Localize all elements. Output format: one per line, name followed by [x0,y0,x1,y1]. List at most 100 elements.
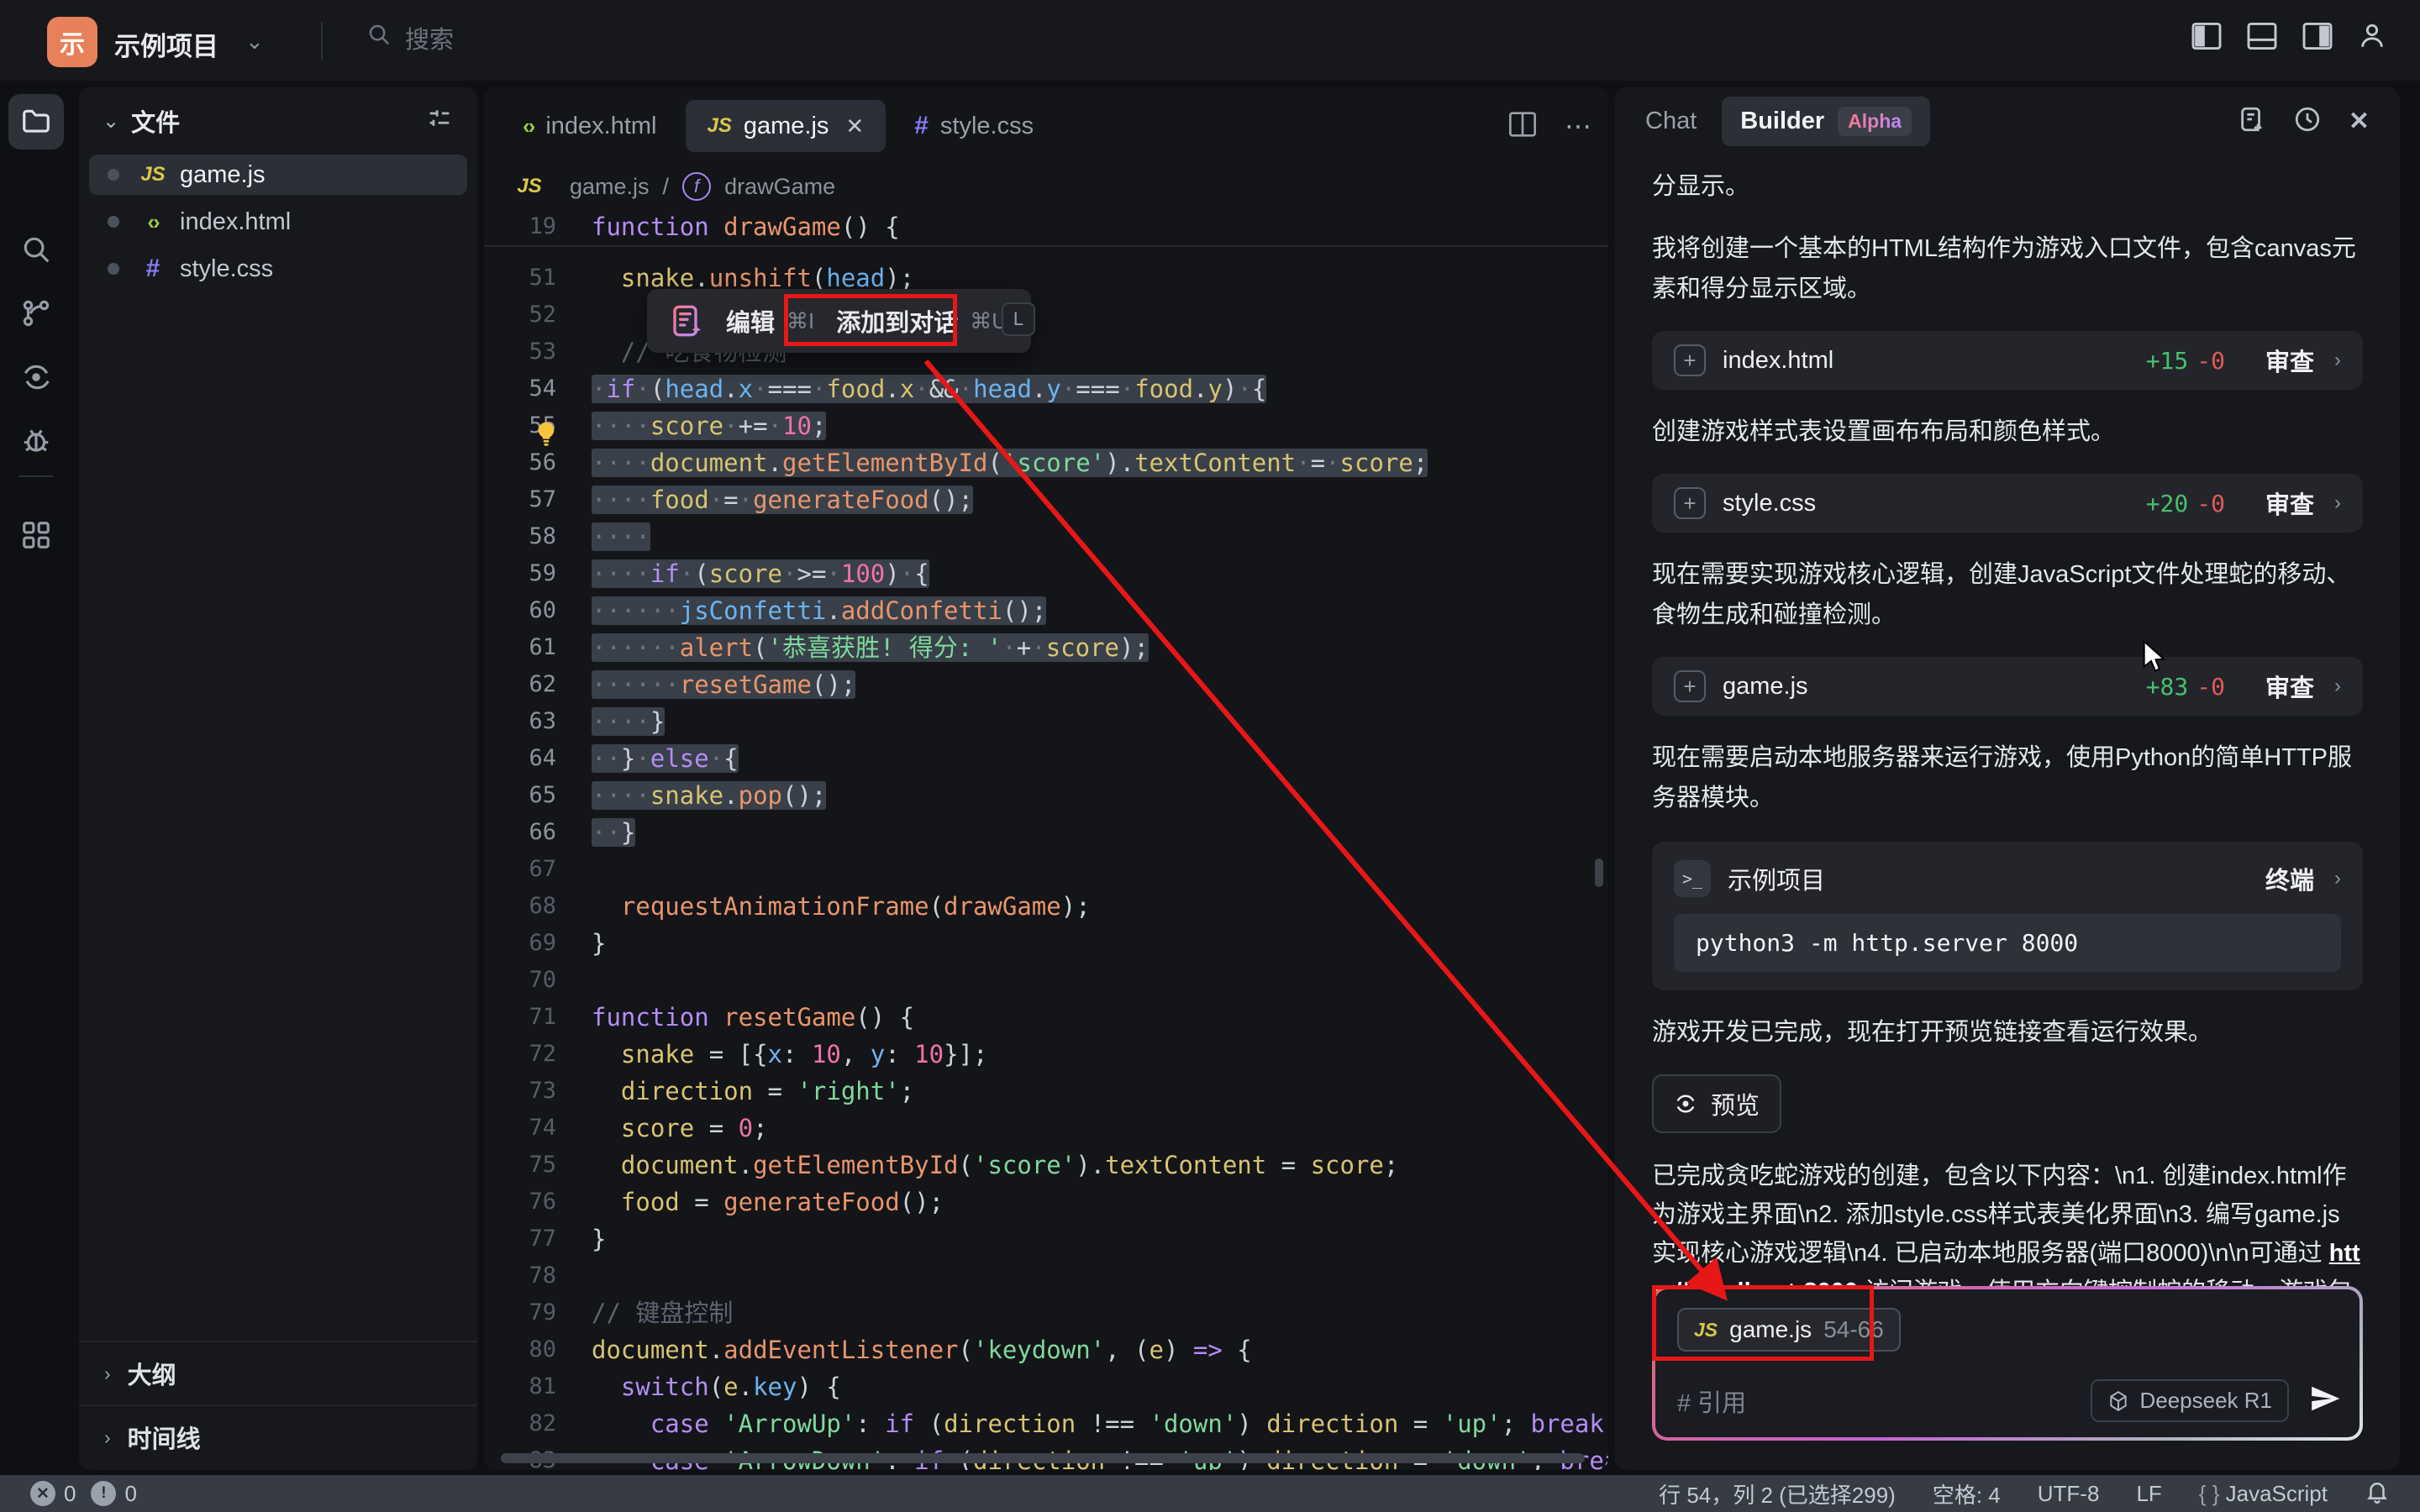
code-line-63[interactable]: 63····} [484,703,1608,740]
code-line-71[interactable]: 71function resetGame() { [484,999,1608,1036]
terminal-card[interactable]: >_示例项目终端›python3 -m http.server 8000 [1652,842,2363,990]
more-actions-icon[interactable]: ⋯ [1565,110,1591,142]
indentation[interactable]: 空格: 4 [1933,1478,2001,1509]
vertical-scrollbar[interactable] [1595,858,1603,887]
close-tab-icon[interactable]: ✕ [845,113,864,139]
code-line-66[interactable]: 66 ··} [484,814,1608,851]
language-mode[interactable]: { } JavaScript [2199,1481,2328,1507]
code-line-60[interactable]: 60······jsConfetti.addConfetti(); [484,592,1608,629]
code-line-56[interactable]: 56····document.getElementById('score').t… [484,444,1608,481]
code-line-67[interactable]: 67 [484,851,1608,888]
files-icon[interactable] [8,94,64,150]
project-icon[interactable]: 示 [47,17,97,67]
warnings-icon[interactable]: ! [91,1481,116,1506]
preview-button[interactable]: 预览 [1652,1074,1781,1133]
code-text: ··} [592,814,635,851]
chevron-right-icon: › [2334,349,2341,372]
selection-highlight: ·if·(head.x·===·food.x·&&·head.y·===·foo… [592,375,1266,403]
tab-chat[interactable]: Chat [1645,108,1697,135]
file-item-style.css[interactable]: #style.css [89,249,467,289]
timeline-section[interactable]: › 时间线 [79,1404,477,1468]
edit-action[interactable]: 编辑 [726,303,775,339]
extensions-icon[interactable] [8,507,64,563]
global-search[interactable]: 搜索 [366,20,454,55]
project-name[interactable]: 示例项目 [114,25,218,63]
code-text: ····} [592,703,665,740]
code-line-81[interactable]: 81 switch(e.key) { [484,1368,1608,1405]
code-line-59[interactable]: 59····if·(score·>=·100)·{ [484,555,1608,592]
code-line-57[interactable]: 57····food·=·generateFood(); [484,481,1608,518]
explorer-title[interactable]: 文件 [131,103,180,139]
file-item-game.js[interactable]: JSgame.js [89,155,467,195]
line-number: 70 [484,962,556,999]
toggle-left-panel-icon[interactable] [2191,23,2222,50]
sticky-scope-line[interactable]: 19function drawGame() { [484,208,1608,247]
horizontal-scrollbar[interactable] [501,1453,1585,1463]
review-button[interactable]: 审查 [2265,486,2314,521]
code-text: food = generateFood(); [592,1184,944,1221]
line-number: 65 [484,777,556,814]
code-line-64[interactable]: 64··}·else·{ [484,740,1608,777]
code-line-77[interactable]: 77} [484,1221,1608,1257]
line-number: 66 [484,814,556,851]
model-selector[interactable]: Deepseek R1 [2091,1379,2289,1422]
tab-index.html[interactable]: ‹›index.html [501,100,679,152]
close-icon[interactable]: ✕ [2349,107,2370,136]
code-line-80[interactable]: 80document.addEventListener('keydown', (… [484,1331,1608,1368]
code-line-62[interactable]: 62······resetGame(); [484,666,1608,703]
file-change-card-index.html[interactable]: +index.html+15-0审查› [1652,331,2363,390]
code-line-58[interactable]: 58···· [484,518,1608,555]
errors-icon[interactable]: ✕ [30,1481,55,1506]
source-control-icon[interactable] [8,286,64,341]
code-line-75[interactable]: 75 document.getElementById('score').text… [484,1147,1608,1184]
file-change-card-game.js[interactable]: +game.js+83-0审查› [1652,657,2363,716]
code-area[interactable]: 19function drawGame() { 51 snake.unshift… [484,208,1608,1470]
code-line-76[interactable]: 76 food = generateFood(); [484,1184,1608,1221]
debug-icon[interactable] [8,413,64,469]
file-change-card-style.css[interactable]: +style.css+20-0审查› [1652,474,2363,533]
code-line-65[interactable]: 65····snake.pop(); [484,777,1608,814]
review-button[interactable]: 审查 [2265,669,2314,704]
search-sidebar-icon[interactable] [8,222,64,277]
outline-section[interactable]: › 大纲 [79,1341,477,1404]
filter-icon[interactable] [425,105,454,138]
tab-game.js[interactable]: JSgame.js✕ [686,100,886,152]
code-line-70[interactable]: 70 [484,962,1608,999]
eol[interactable]: LF [2136,1481,2161,1507]
cursor-position[interactable]: 行 54，列 2 (已选择299) [1659,1478,1896,1509]
code-line-54[interactable]: 54·if·(head.x·===·food.x·&&·head.y·===·f… [484,370,1608,407]
new-chat-icon[interactable] [2238,105,2266,138]
code-line-78[interactable]: 78 [484,1257,1608,1294]
breadcrumb-symbol[interactable]: drawGame [724,174,835,200]
send-icon[interactable] [2309,1383,2341,1419]
reference-button[interactable]: # 引用 [1677,1383,1746,1419]
code-line-73[interactable]: 73 direction = 'right'; [484,1073,1608,1110]
warnings-count: 0 [124,1481,136,1507]
chevron-down-icon[interactable]: ⌄ [245,29,264,55]
code-line-55[interactable]: 55····score·+=·10; [484,407,1608,444]
toggle-bottom-panel-icon[interactable] [2247,23,2277,50]
chevron-down-icon[interactable]: ⌄ [103,109,119,134]
toggle-right-panel-icon[interactable] [2302,23,2333,50]
review-button[interactable]: 审查 [2265,343,2314,378]
file-item-index.html[interactable]: ‹›index.html [89,202,467,242]
split-editor-icon[interactable] [1509,112,1536,141]
account-icon[interactable] [2358,22,2386,50]
encoding[interactable]: UTF-8 [2038,1481,2100,1507]
code-line-19[interactable]: 19function drawGame() { [484,208,1608,245]
code-line-82[interactable]: 82 case 'ArrowUp': if (direction !== 'do… [484,1405,1608,1442]
preview-icon[interactable] [8,349,64,405]
terminal-button[interactable]: 终端 [2265,861,2314,896]
history-icon[interactable] [2293,105,2322,138]
tab-builder[interactable]: Builder Alpha [1722,97,1930,146]
code-line-68[interactable]: 68 requestAnimationFrame(drawGame); [484,888,1608,925]
code-line-79[interactable]: 79// 键盘控制 [484,1294,1608,1331]
breadcrumb-file[interactable]: game.js [570,174,650,200]
tab-style.css[interactable]: #style.css [892,100,1055,152]
code-line-72[interactable]: 72 snake = [{x: 10, y: 10}]; [484,1036,1608,1073]
lightbulb-icon[interactable] [533,420,560,447]
code-line-69[interactable]: 69} [484,925,1608,962]
code-line-74[interactable]: 74 score = 0; [484,1110,1608,1147]
bell-icon[interactable] [2365,1478,2390,1509]
code-line-61[interactable]: 61······alert('恭喜获胜! 得分: '·+·score); [484,629,1608,666]
